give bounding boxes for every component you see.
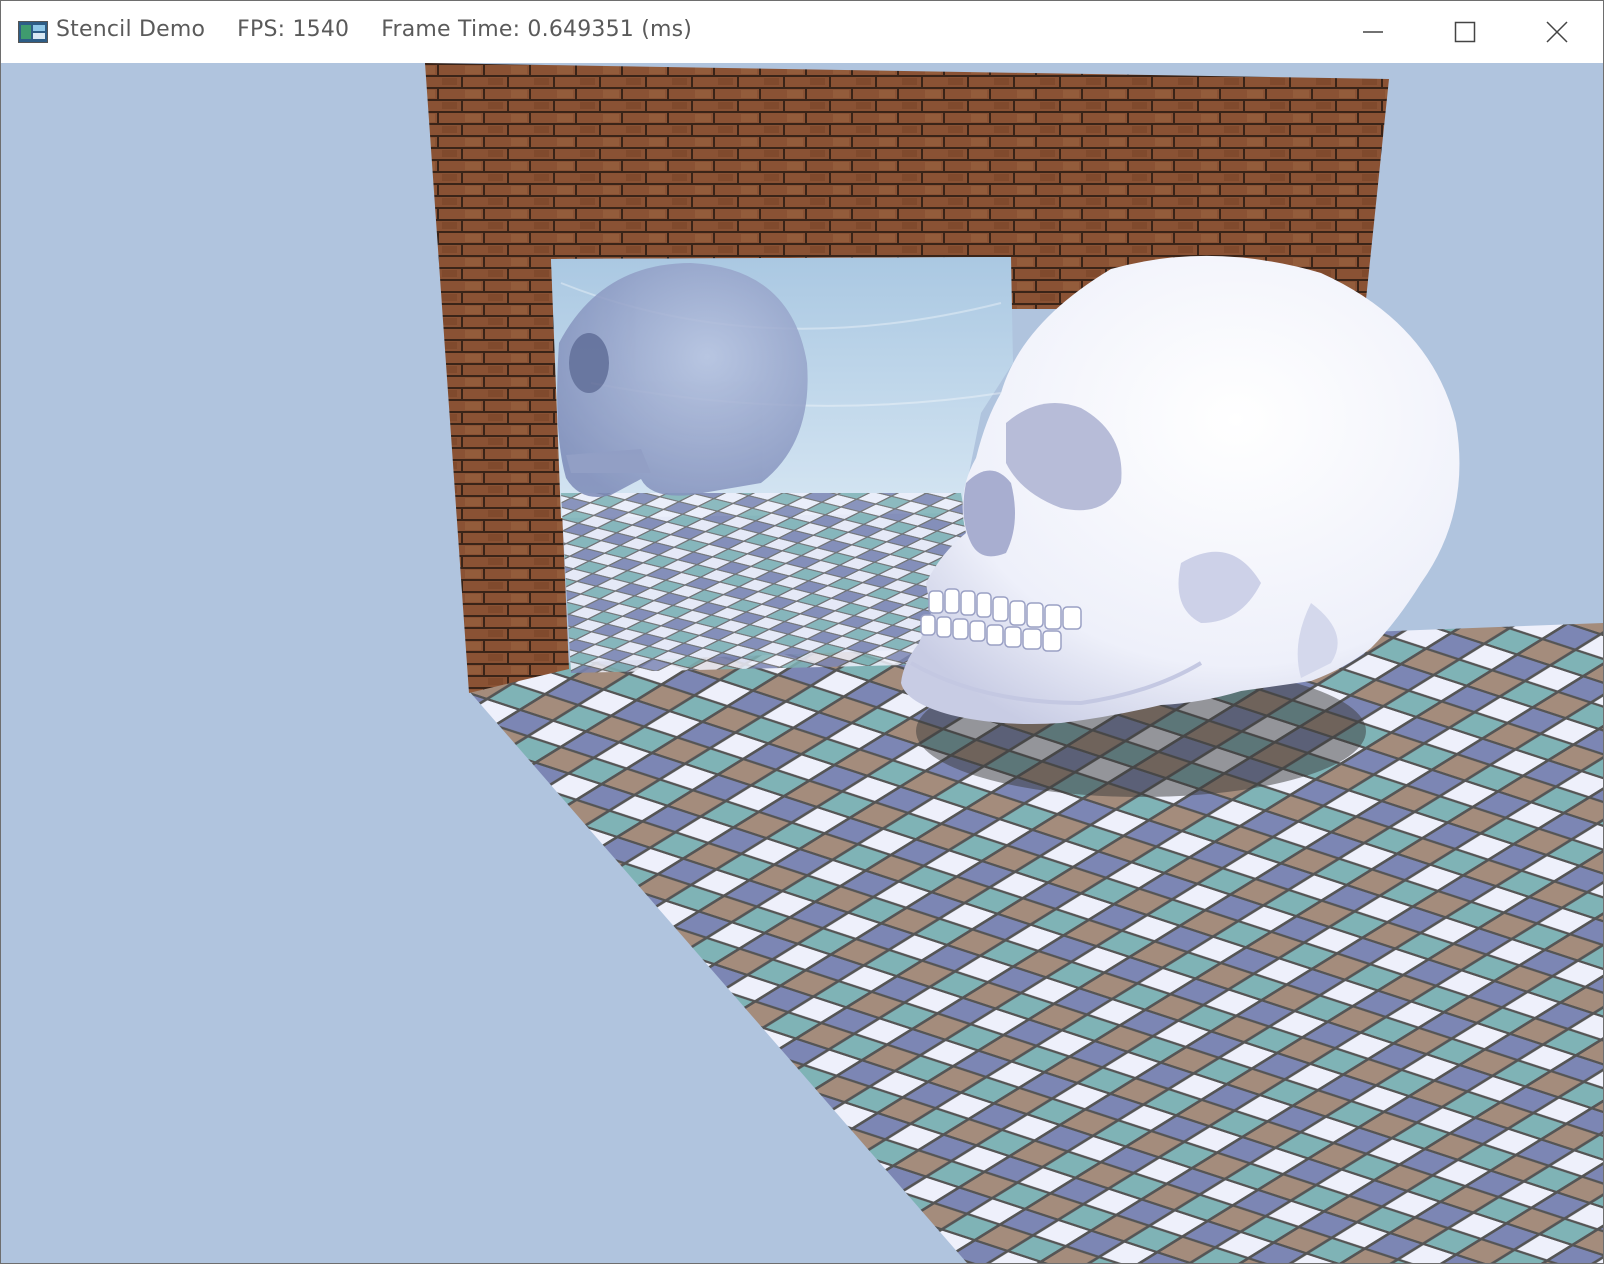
maximize-button[interactable] xyxy=(1419,1,1511,63)
app-icon xyxy=(18,21,48,43)
app-name: Stencil Demo xyxy=(56,17,206,42)
title-bar[interactable]: Stencil Demo FPS: 1540 Frame Time: 0.64935… xyxy=(1,1,1603,63)
fps-readout: FPS: 1540 xyxy=(237,17,350,42)
close-button[interactable] xyxy=(1511,1,1603,63)
minimize-button[interactable] xyxy=(1327,1,1419,63)
app-window: Stencil Demo FPS: 1540 Frame Time: 0.64935… xyxy=(0,0,1604,1264)
window-title: Stencil Demo FPS: 1540 Frame Time: 0.64935… xyxy=(56,17,724,42)
scene-canvas xyxy=(425,63,1603,1263)
render-viewport[interactable] xyxy=(1,63,1603,1263)
frame-time-readout: Frame Time: 0.649351 (ms) xyxy=(381,17,693,42)
close-icon xyxy=(1546,21,1568,43)
reflected-skull xyxy=(557,263,808,497)
minimize-icon xyxy=(1363,31,1383,33)
maximize-icon xyxy=(1454,21,1476,43)
